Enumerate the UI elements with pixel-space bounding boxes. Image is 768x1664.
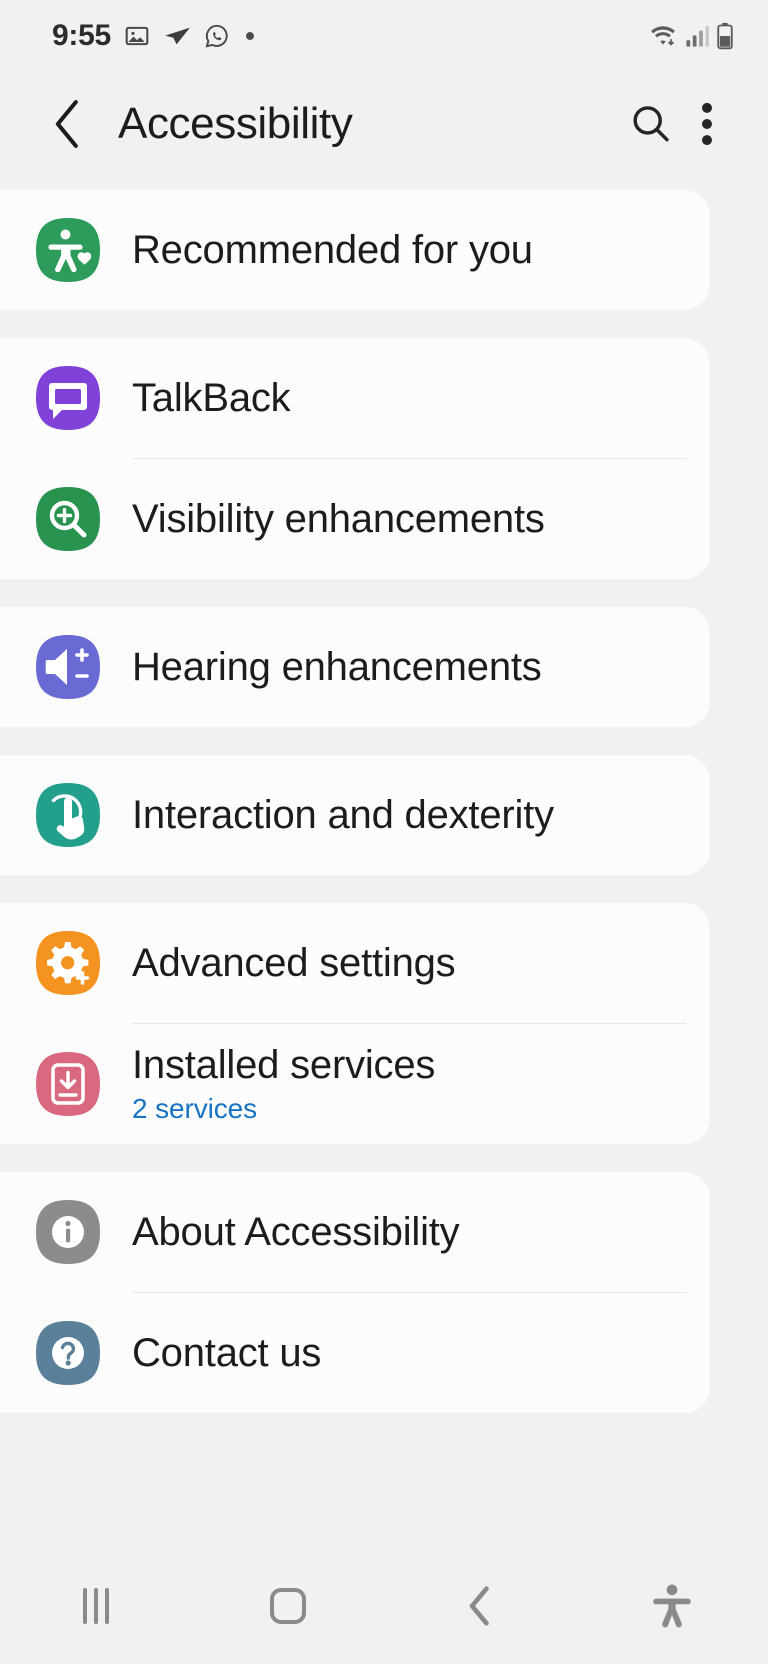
list-item-talkback[interactable]: TalkBack (0, 338, 710, 458)
vision-group: TalkBack Visibility enhancements (0, 338, 710, 579)
speaker-plus-minus-icon (34, 633, 102, 701)
download-box-icon (34, 1050, 102, 1118)
search-button[interactable] (620, 93, 682, 155)
settings-list[interactable]: Recommended for you TalkBack Visibility … (0, 176, 768, 1548)
list-item-text: Interaction and dexterity (132, 793, 554, 838)
list-item-label: Recommended for you (132, 227, 533, 272)
back-navigation-button[interactable] (40, 96, 96, 152)
list-item-text: Contact us (132, 1331, 321, 1376)
status-bar-left: 9:55 (52, 19, 257, 53)
hearing-group: Hearing enhancements (0, 607, 710, 727)
list-item-text: About Accessibility (132, 1209, 460, 1255)
wifi-icon (651, 26, 675, 46)
speech-bubble-icon (34, 364, 102, 432)
accessibility-shortcut-button[interactable] (576, 1548, 768, 1664)
advanced-group: Advanced settings Installed services 2 s… (0, 903, 710, 1144)
list-item-advanced-settings[interactable]: Advanced settings (0, 903, 710, 1023)
recommended-group: Recommended for you (0, 190, 710, 310)
list-item-text: TalkBack (132, 375, 291, 421)
status-bar-right (648, 22, 734, 50)
list-item-recommended-for-you[interactable]: Recommended for you (0, 190, 710, 310)
list-item-about-accessibility[interactable]: About Accessibility (0, 1172, 710, 1292)
list-item-label: About Accessibility (132, 1209, 460, 1254)
home-icon (270, 1588, 306, 1624)
cellular-signal-icon (686, 25, 709, 47)
list-item-label: Hearing enhancements (132, 644, 542, 689)
status-bar: 9:55 (0, 0, 768, 72)
telegram-icon (165, 27, 190, 45)
info-icon (34, 1198, 102, 1266)
back-chevron-icon (55, 100, 78, 148)
about-group: About Accessibility Contact us (0, 1172, 710, 1413)
back-chevron-icon (469, 1586, 489, 1626)
recents-icon (83, 1588, 109, 1624)
dot-icon (245, 32, 254, 40)
list-item-label: Advanced settings (132, 940, 456, 985)
list-item-label: Visibility enhancements (132, 496, 545, 541)
home-button[interactable] (192, 1548, 384, 1664)
list-item-contact-us[interactable]: Contact us (0, 1293, 710, 1413)
question-mark-icon (34, 1319, 102, 1387)
list-item-visibility-enhancements[interactable]: Visibility enhancements (0, 459, 710, 579)
battery-icon (717, 22, 733, 50)
status-clock: 9:55 (52, 19, 111, 52)
list-item-text: Hearing enhancements (132, 645, 542, 690)
app-bar: Accessibility (0, 72, 768, 176)
list-item-label: Installed services (132, 1042, 436, 1087)
phone-screen: 9:55 Accessibility Recommended for you T… (0, 0, 768, 1664)
more-options-icon (702, 102, 712, 146)
list-item-interaction-and-dexterity[interactable]: Interaction and dexterity (0, 755, 710, 875)
list-item-text: Visibility enhancements (132, 497, 545, 542)
list-item-label: Contact us (132, 1330, 322, 1375)
list-item-hearing-enhancements[interactable]: Hearing enhancements (0, 607, 710, 727)
list-item-text: Advanced settings (132, 940, 456, 986)
more-options-button[interactable] (682, 93, 732, 155)
hand-tap-icon (34, 781, 102, 849)
list-item-installed-services[interactable]: Installed services 2 services (0, 1024, 710, 1144)
accessibility-person-icon (653, 1584, 691, 1628)
magnifier-plus-icon (34, 485, 102, 553)
list-item-text: Recommended for you (132, 228, 533, 273)
list-item-label: Interaction and dexterity (132, 792, 554, 837)
list-item-subtitle: 2 services (132, 1093, 258, 1125)
whatsapp-icon (205, 24, 228, 48)
back-button[interactable] (384, 1548, 576, 1664)
list-item-text: Installed services 2 services (132, 1043, 435, 1126)
search-icon (633, 106, 669, 142)
list-item-label: TalkBack (132, 375, 291, 420)
page-title: Accessibility (118, 99, 353, 148)
accessibility-person-heart-icon (34, 216, 102, 284)
interaction-group: Interaction and dexterity (0, 755, 710, 875)
image-icon (125, 26, 149, 46)
navigation-bar (0, 1548, 768, 1664)
gear-plus-icon (34, 929, 102, 997)
recents-button[interactable] (0, 1548, 192, 1664)
